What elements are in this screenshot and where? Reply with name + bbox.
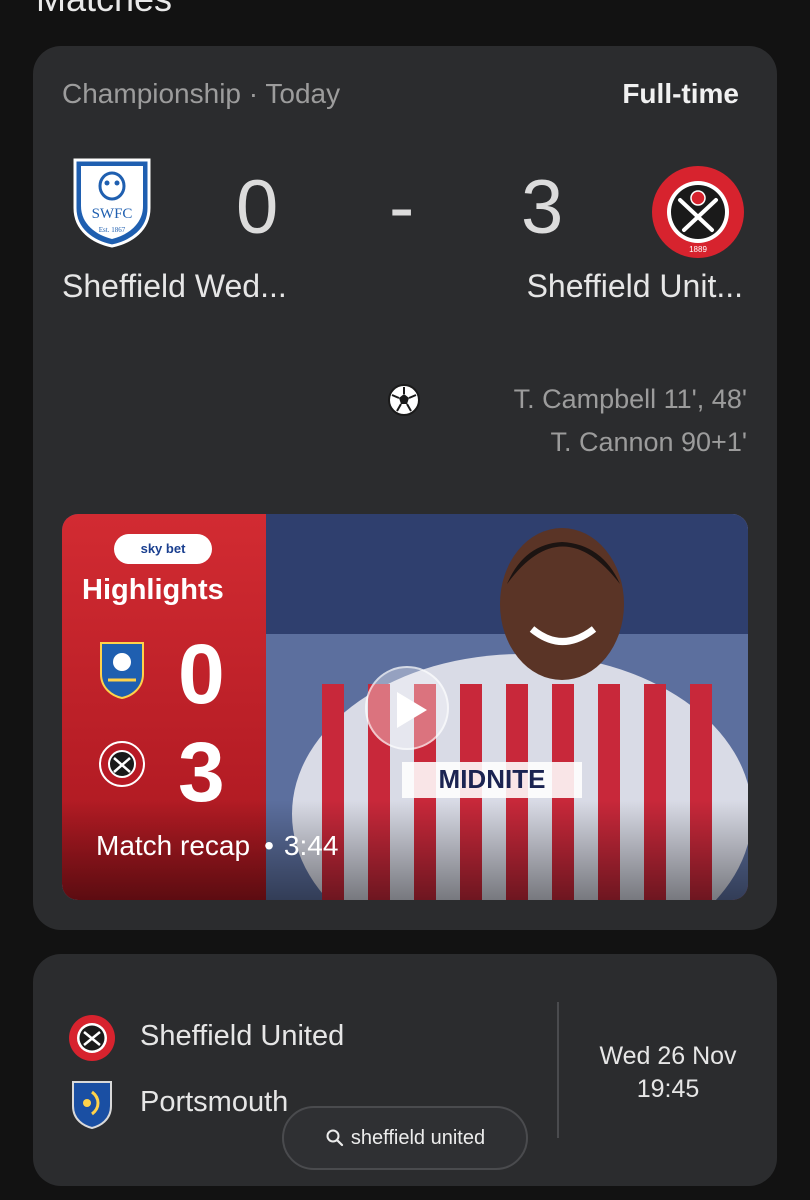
competition-label: Championship xyxy=(62,78,241,109)
home-team-crest[interactable]: SWFC Est. 1867 xyxy=(71,156,153,248)
goal-scorers: T. Campbell 11', 48' T. Cannon 90+1' xyxy=(514,378,747,464)
recap-label: Match recap xyxy=(96,830,251,861)
match-card[interactable]: Championship · Today Full-time SWFC Est.… xyxy=(33,46,777,930)
card-divider xyxy=(557,1002,559,1138)
football-icon xyxy=(388,384,420,416)
video-duration: 3:44 xyxy=(283,830,339,861)
upcoming-kickoff: Wed 26 Nov 19:45 xyxy=(573,1040,763,1106)
home-crest-est: Est. 1867 xyxy=(99,226,126,234)
play-button[interactable] xyxy=(365,666,449,750)
home-score: 0 xyxy=(236,165,279,250)
upcoming-time: 19:45 xyxy=(636,1075,700,1103)
upcoming-away-team[interactable]: Portsmouth xyxy=(140,1086,288,1119)
scorer-line: T. Campbell 11', 48' xyxy=(513,384,747,414)
highlights-home-score: 0 xyxy=(178,627,225,721)
home-crest-text: SWFC xyxy=(92,206,133,222)
away-score: 3 xyxy=(521,165,564,250)
away-team-name[interactable]: Sheffield Unit... xyxy=(527,268,743,305)
upcoming-home-team[interactable]: Sheffield United xyxy=(140,1020,344,1053)
search-query: sheffield united xyxy=(350,1126,486,1149)
search-chip[interactable]: sheffield united xyxy=(282,1106,528,1170)
shirt-sponsor: MIDNITE xyxy=(439,764,546,794)
away-team-crest[interactable]: 1889 xyxy=(650,164,746,260)
home-team-name[interactable]: Sheffield Wed... xyxy=(62,268,287,305)
sheffield-united-crest xyxy=(69,1015,115,1061)
section-title: Matches xyxy=(36,0,172,20)
recap-caption: Match recap • 3:44 xyxy=(96,830,338,862)
recap-dot: • xyxy=(264,830,274,861)
portsmouth-crest xyxy=(72,1081,112,1130)
score-separator: - xyxy=(389,165,415,250)
match-meta: Championship · Today xyxy=(62,78,340,110)
highlights-title: Highlights xyxy=(82,574,224,606)
highlights-video[interactable]: MIDNITE sky bet Highlights 0 3 Match rec… xyxy=(62,514,748,900)
search-icon xyxy=(326,1129,344,1147)
scorer-line: T. Cannon 90+1' xyxy=(550,427,747,457)
meta-separator: · xyxy=(241,78,266,109)
away-crest-small xyxy=(99,741,145,787)
skybet-badge: sky bet xyxy=(114,534,212,564)
play-icon xyxy=(397,692,427,728)
upcoming-date: Wed 26 Nov xyxy=(599,1042,737,1070)
match-day: Today xyxy=(265,78,341,109)
away-crest-year: 1889 xyxy=(689,245,707,254)
home-crest-small xyxy=(100,642,144,700)
match-status: Full-time xyxy=(622,78,739,109)
